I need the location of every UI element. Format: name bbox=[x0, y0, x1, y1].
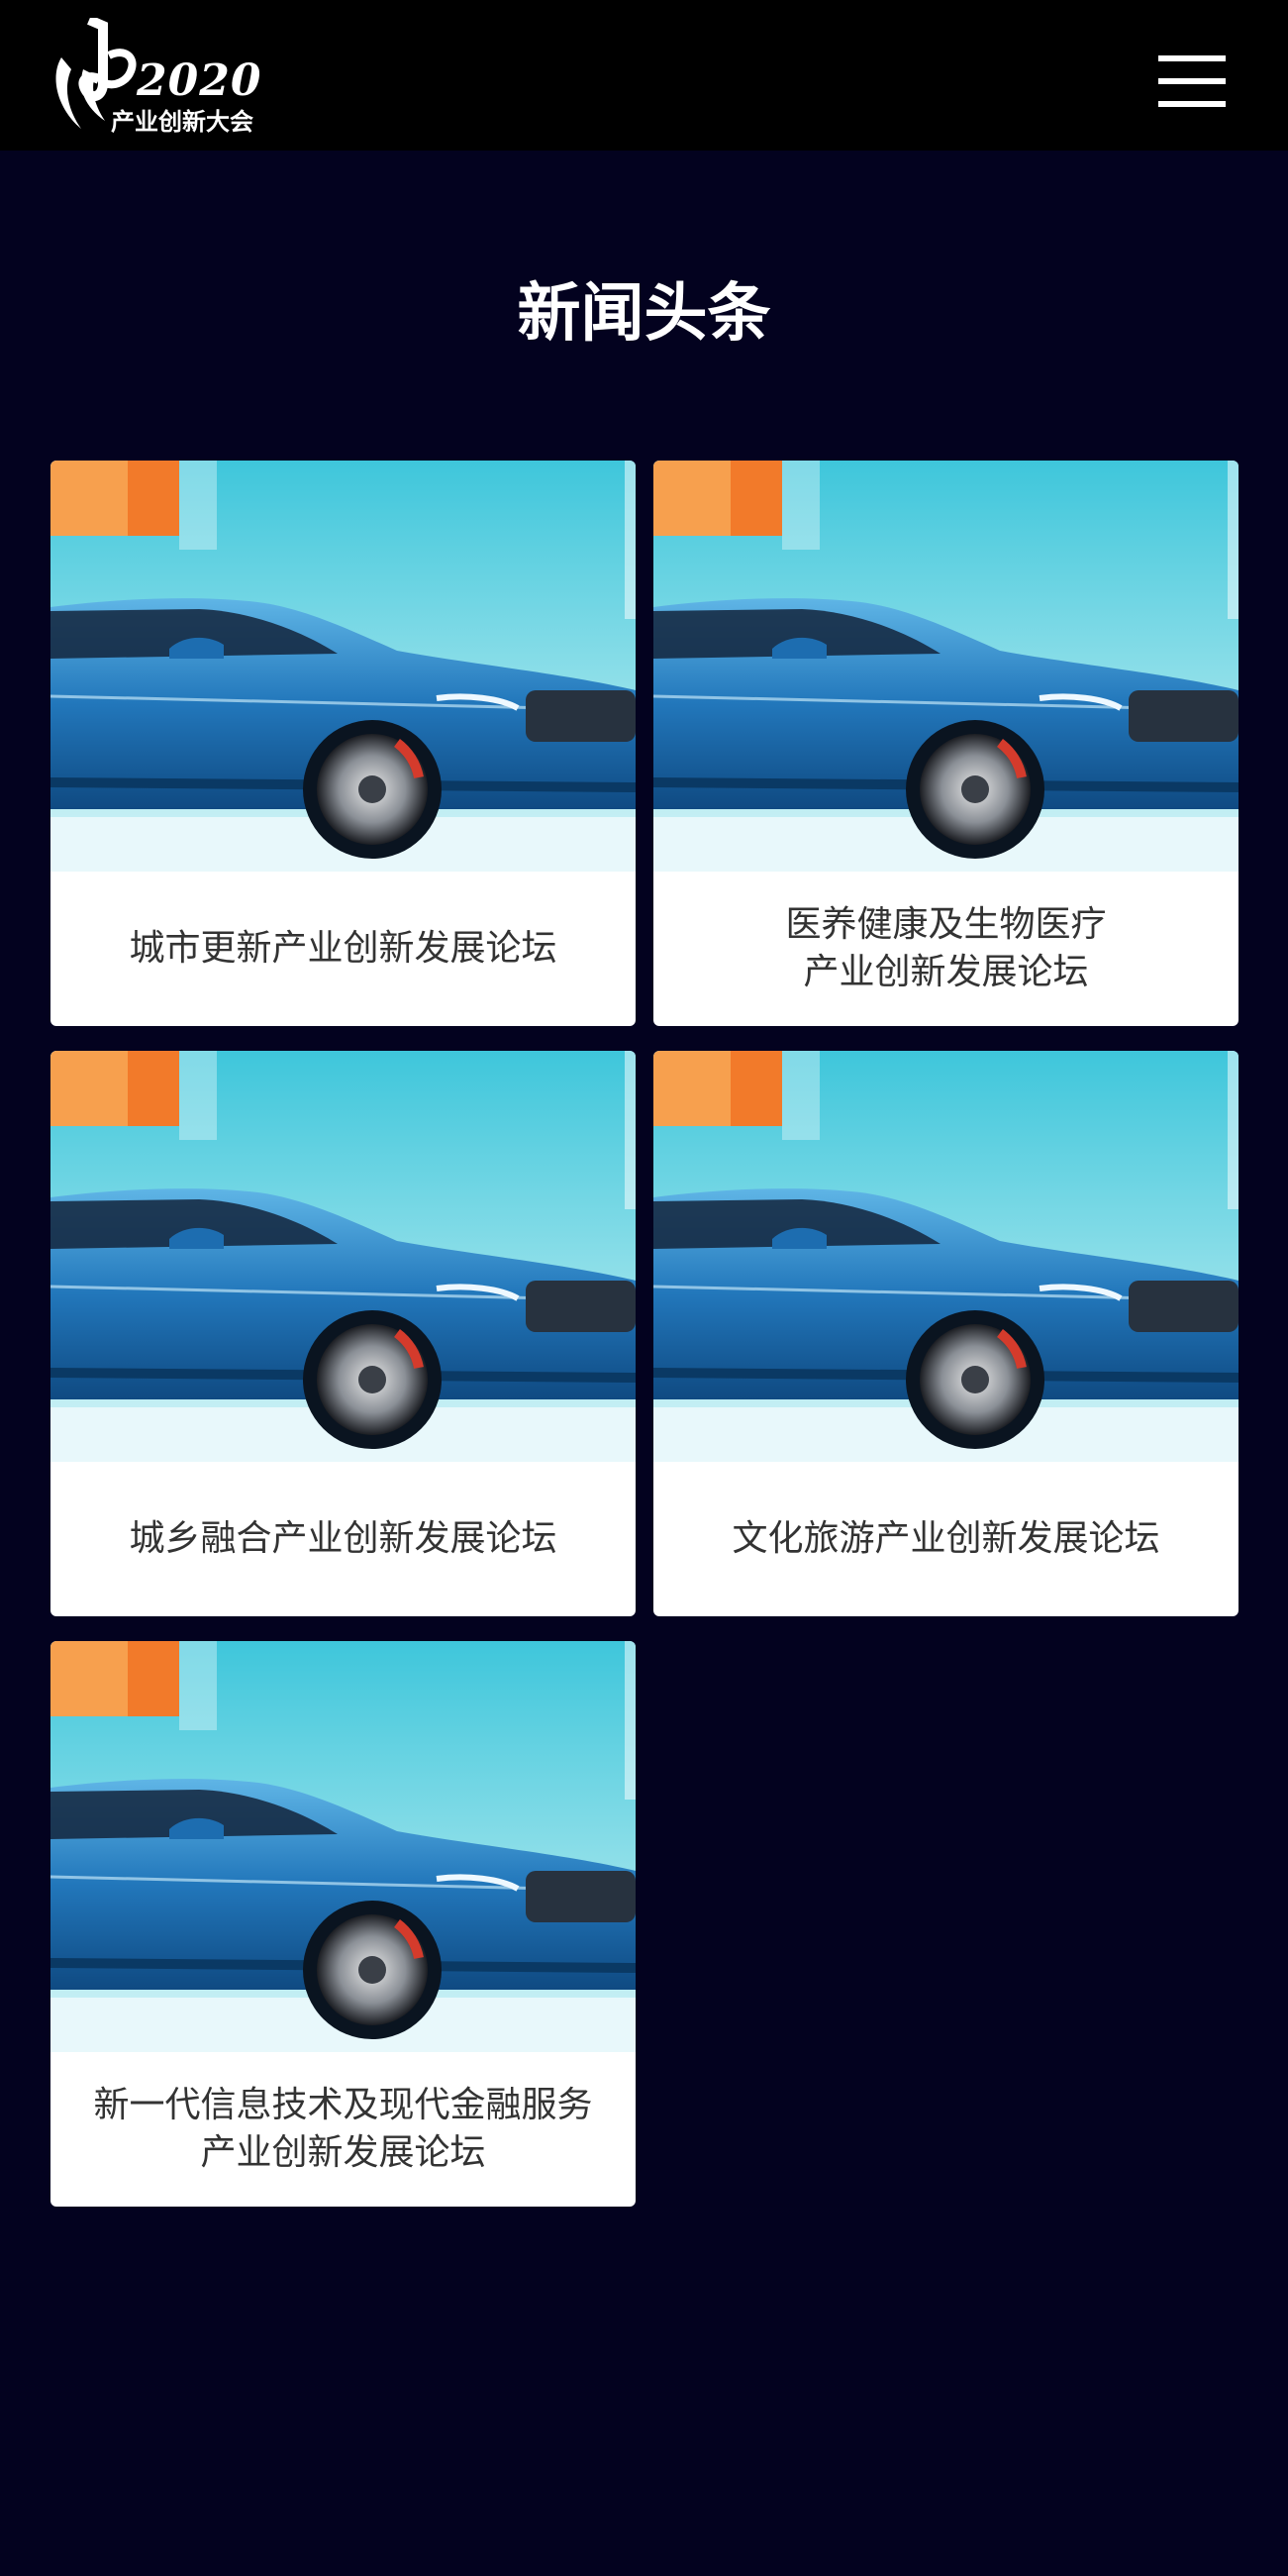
menu-bar bbox=[1158, 55, 1226, 61]
news-card-title: 城市更新产业创新发展论坛 bbox=[129, 928, 557, 969]
news-card-image bbox=[653, 1051, 1238, 1462]
news-card-image bbox=[50, 1051, 636, 1462]
news-card[interactable]: 新一代信息技术及现代金融服务 产业创新发展论坛 bbox=[50, 1641, 636, 2207]
news-card[interactable]: 城市更新产业创新发展论坛 bbox=[50, 461, 636, 1026]
news-card-title: 城乡融合产业创新发展论坛 bbox=[129, 1518, 557, 1559]
news-card[interactable]: 医养健康及生物医疗 产业创新发展论坛 bbox=[653, 461, 1238, 1026]
menu-bar bbox=[1158, 78, 1226, 84]
logo-year: 2020 bbox=[137, 55, 262, 106]
news-card[interactable]: 城乡融合产业创新发展论坛 bbox=[50, 1051, 636, 1616]
news-card-image bbox=[50, 1641, 636, 2052]
news-card[interactable]: 文化旅游产业创新发展论坛 bbox=[653, 1051, 1238, 1616]
news-card-image bbox=[653, 461, 1238, 872]
news-card-title: 医养健康及生物医疗 产业创新发展论坛 bbox=[785, 904, 1107, 992]
conference-logo[interactable]: 2020 产业创新大会 bbox=[48, 15, 275, 137]
logo-subtitle: 产业创新大会 bbox=[111, 108, 253, 136]
menu-bar bbox=[1158, 101, 1226, 107]
page-title: 新闻头条 bbox=[517, 277, 771, 351]
hamburger-menu-icon[interactable] bbox=[1148, 52, 1236, 111]
news-card-title: 新一代信息技术及现代金融服务 产业创新发展论坛 bbox=[93, 2085, 593, 2173]
site-header: 2020 产业创新大会 bbox=[0, 0, 1288, 151]
news-card-title: 文化旅游产业创新发展论坛 bbox=[732, 1518, 1160, 1559]
news-card-image bbox=[50, 461, 636, 872]
